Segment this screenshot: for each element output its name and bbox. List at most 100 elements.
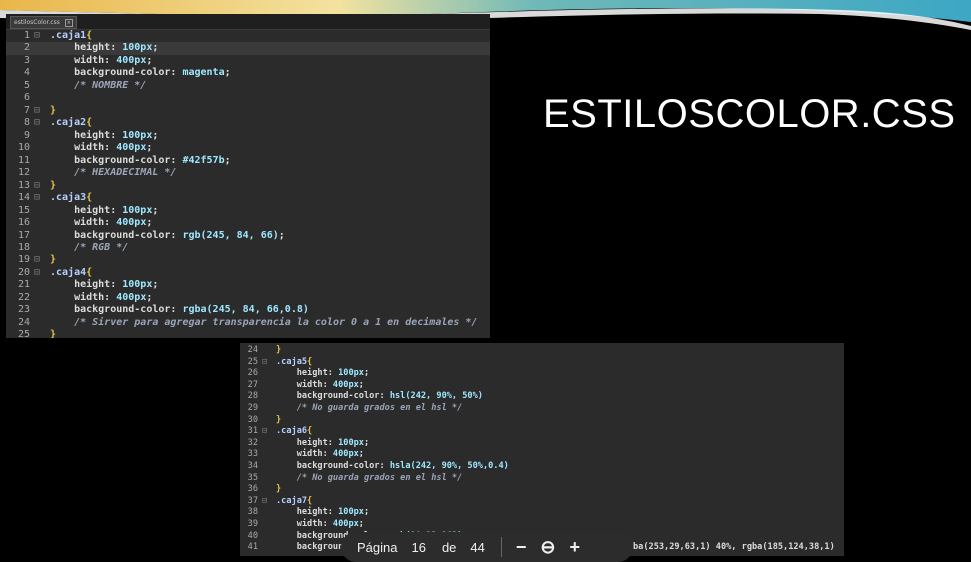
code-area[interactable]: 1 ⊟ .caja1{2 height: 100px; 3 width: 400px;… (6, 30, 490, 338)
code-line[interactable]: 3 width: 400px; (6, 55, 490, 67)
code-line[interactable]: 1 ⊟ .caja1{ (6, 30, 490, 42)
zoom-out-button[interactable]: − (516, 537, 527, 558)
gutter-space (34, 67, 50, 79)
code-line[interactable]: 38 height: 100px; (240, 507, 844, 519)
line-number: 23 (17, 304, 30, 316)
code-line[interactable]: 26 height: 100px; (240, 368, 844, 380)
fold-toggle-icon[interactable]: ⊟ (262, 496, 276, 508)
code-line[interactable]: 19 ⊟} (6, 254, 490, 266)
code-line[interactable]: 21 height: 100px; (6, 279, 490, 291)
gutter-space (262, 473, 276, 485)
code-line[interactable]: 11 background-color: #42f57b; (6, 155, 490, 167)
code-line[interactable]: 6 (6, 92, 490, 104)
code-line[interactable]: 25 ⊟ .caja5{ (240, 357, 844, 369)
code-line[interactable]: 32 height: 100px; (240, 438, 844, 450)
gutter-space (34, 205, 50, 217)
line-number: 26 (247, 368, 258, 379)
code-line[interactable]: 37 ⊟ .caja7{ (240, 496, 844, 508)
editor-tab-bar: estilosColor.css × (6, 14, 490, 30)
code-line[interactable]: 14 ⊟ .caja3{ (6, 192, 490, 204)
gutter-space (262, 507, 276, 519)
code-token: ; (358, 518, 364, 529)
code-token: { (86, 30, 93, 41)
gutter-space (262, 415, 276, 427)
code-line[interactable]: 17 background-color: rgb(245, 84, 66); (6, 230, 490, 242)
code-line[interactable]: 18 /* RGB */ (6, 242, 490, 254)
code-line[interactable]: 7 ⊟} (6, 105, 490, 117)
fold-toggle-icon[interactable]: ⊟ (34, 254, 50, 266)
code-line[interactable]: 5 /* NOMBRE */ (6, 80, 490, 92)
code-line[interactable]: 16 width: 400px; (6, 217, 490, 229)
gutter-space (262, 380, 276, 392)
code-line[interactable]: 25} (6, 329, 490, 338)
code-line[interactable]: 9 height: 100px; (6, 130, 490, 142)
line-number: 25 (17, 329, 30, 338)
code-line[interactable]: 2 height: 100px; (6, 42, 490, 55)
line-number: 15 (17, 204, 30, 216)
line-number: 12 (17, 167, 30, 179)
zoom-in-button[interactable]: + (570, 537, 581, 558)
code-line[interactable]: 15 height: 100px; (6, 205, 490, 217)
fold-toggle-icon[interactable]: ⊟ (34, 180, 50, 192)
code-line[interactable]: 24 /* Sirver para agregar transparencia … (6, 317, 490, 329)
code-line[interactable]: 35 /* No guarda grados en el hsl */ (240, 473, 844, 485)
fold-toggle-icon[interactable]: ⊟ (262, 357, 276, 369)
gutter-space (262, 403, 276, 415)
code-line[interactable]: 33 width: 400px; (240, 449, 844, 461)
code-token: { (86, 117, 93, 129)
fold-toggle-icon[interactable]: ⊟ (262, 426, 276, 438)
code-line[interactable]: 4 background-color: magenta; (6, 67, 490, 79)
gutter-space (34, 80, 50, 92)
code-line[interactable]: 30} (240, 415, 844, 427)
gutter-space (34, 167, 50, 179)
gutter-space (34, 130, 50, 142)
code-line[interactable]: 31 ⊟ .caja6{ (240, 426, 844, 438)
fold-toggle-icon[interactable]: ⊟ (34, 117, 50, 129)
code-line[interactable]: 34 background-color: hsla(242, 90%, 50%,… (240, 461, 844, 473)
code-token: width: (276, 379, 333, 390)
gutter-space (262, 531, 276, 543)
code-line[interactable]: 22 width: 400px; (6, 292, 490, 304)
code-token: } (276, 414, 282, 425)
code-line[interactable]: 13 ⊟} (6, 180, 490, 192)
code-line[interactable]: 20 ⊟ .caja4{ (6, 267, 490, 279)
fold-toggle-icon[interactable]: ⊟ (34, 192, 50, 204)
code-area[interactable]: 24} 25 ⊟ .caja5{26 height: 100px; 27 width: … (240, 343, 844, 554)
code-token: ; (152, 129, 159, 141)
fold-toggle-icon[interactable]: ⊟ (34, 30, 50, 42)
gutter-space (34, 42, 50, 54)
code-line[interactable]: 29 /* No guarda grados en el hsl */ (240, 403, 844, 415)
code-token: /* RGB */ (50, 241, 129, 253)
fold-toggle-icon[interactable]: ⊟ (34, 105, 50, 117)
code-line[interactable]: 10 width: 400px; (6, 142, 490, 154)
code-token: ; (358, 379, 364, 390)
code-line[interactable]: 27 width: 400px; (240, 380, 844, 392)
line-number: 41 (247, 542, 258, 553)
gutter-space (34, 329, 50, 338)
code-token: ; (363, 437, 370, 448)
code-line[interactable]: 8 ⊟ .caja2{ (6, 117, 490, 129)
code-line[interactable]: 24} (240, 345, 844, 357)
zoom-icon[interactable]: ⊖ (540, 537, 555, 558)
code-token: width: (50, 217, 117, 229)
editor-tab[interactable]: estilosColor.css × (10, 16, 77, 29)
line-number: 18 (17, 241, 30, 253)
line-number: 39 (247, 518, 258, 529)
line-number: 24 (247, 345, 258, 355)
code-line[interactable]: 39 width: 400px; (240, 519, 844, 531)
code-token: } (50, 254, 57, 266)
line-number: 9 (23, 129, 30, 141)
code-token: .caja2 (50, 117, 87, 129)
code-token: height: (50, 42, 123, 54)
line-number: 10 (17, 142, 30, 154)
current-page-number[interactable]: 16 (411, 540, 425, 555)
code-token: ; (224, 67, 231, 79)
gutter-space (34, 55, 50, 67)
line-number: 38 (247, 507, 258, 518)
code-line[interactable]: 12 /* HEXADECIMAL */ (6, 167, 490, 179)
code-line[interactable]: 36} (240, 484, 844, 496)
close-icon[interactable]: × (64, 19, 73, 27)
code-line[interactable]: 23 background-color: rgba(245, 84, 66,0.… (6, 304, 490, 316)
fold-toggle-icon[interactable]: ⊟ (34, 267, 50, 279)
code-line[interactable]: 28 background-color: hsl(242, 90%, 50%) (240, 391, 844, 403)
